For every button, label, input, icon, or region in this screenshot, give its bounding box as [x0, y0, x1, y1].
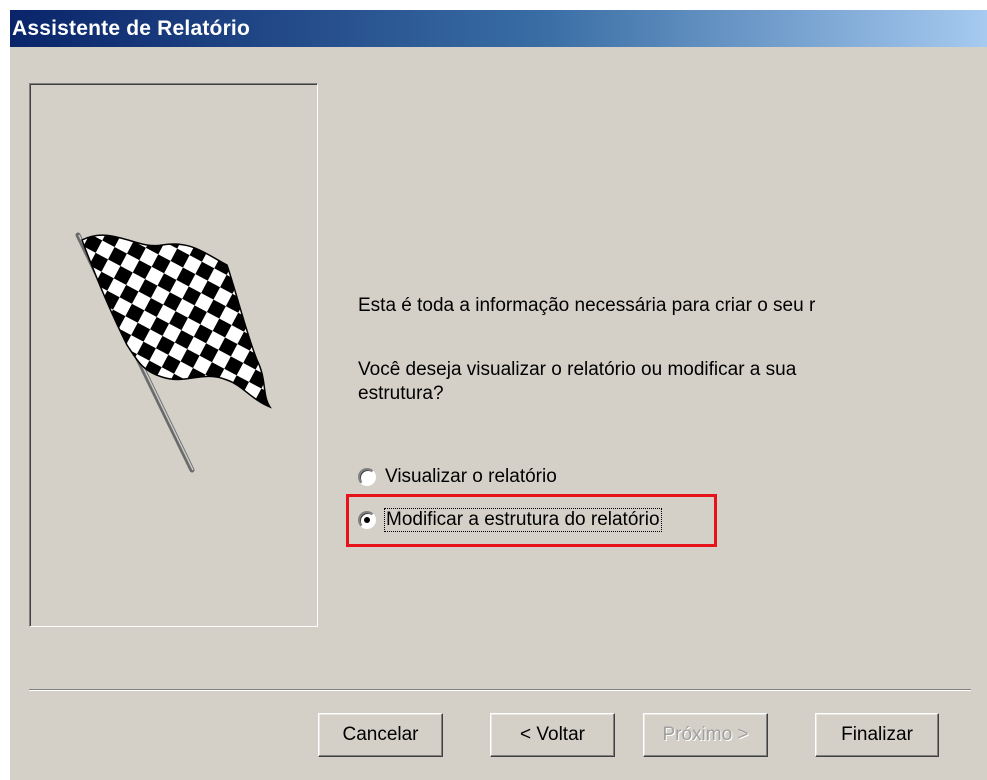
next-button[interactable]: Próximo > — [643, 713, 768, 757]
info-text: Esta é toda a informação necessária para… — [358, 295, 816, 316]
window-title: Assistente de Relatório — [12, 17, 250, 40]
screen-top-edge — [0, 0, 987, 10]
finish-button[interactable]: Finalizar — [815, 713, 939, 757]
checkered-flag-icon — [75, 232, 272, 473]
highlight-annotation-box — [346, 494, 717, 547]
radio-button-unselected[interactable] — [358, 468, 376, 486]
option-view-report[interactable]: Visualizar o relatório — [358, 464, 557, 490]
footer-separator — [29, 689, 971, 691]
option-label: Visualizar o relatório — [385, 466, 557, 487]
window-title-bar[interactable]: Assistente de Relatório — [10, 10, 987, 47]
question-text: Você deseja visualizar o relatório ou mo… — [358, 359, 797, 404]
screen-left-edge — [0, 10, 10, 780]
cancel-button[interactable]: Cancelar — [318, 713, 443, 757]
back-button[interactable]: < Voltar — [490, 713, 615, 757]
